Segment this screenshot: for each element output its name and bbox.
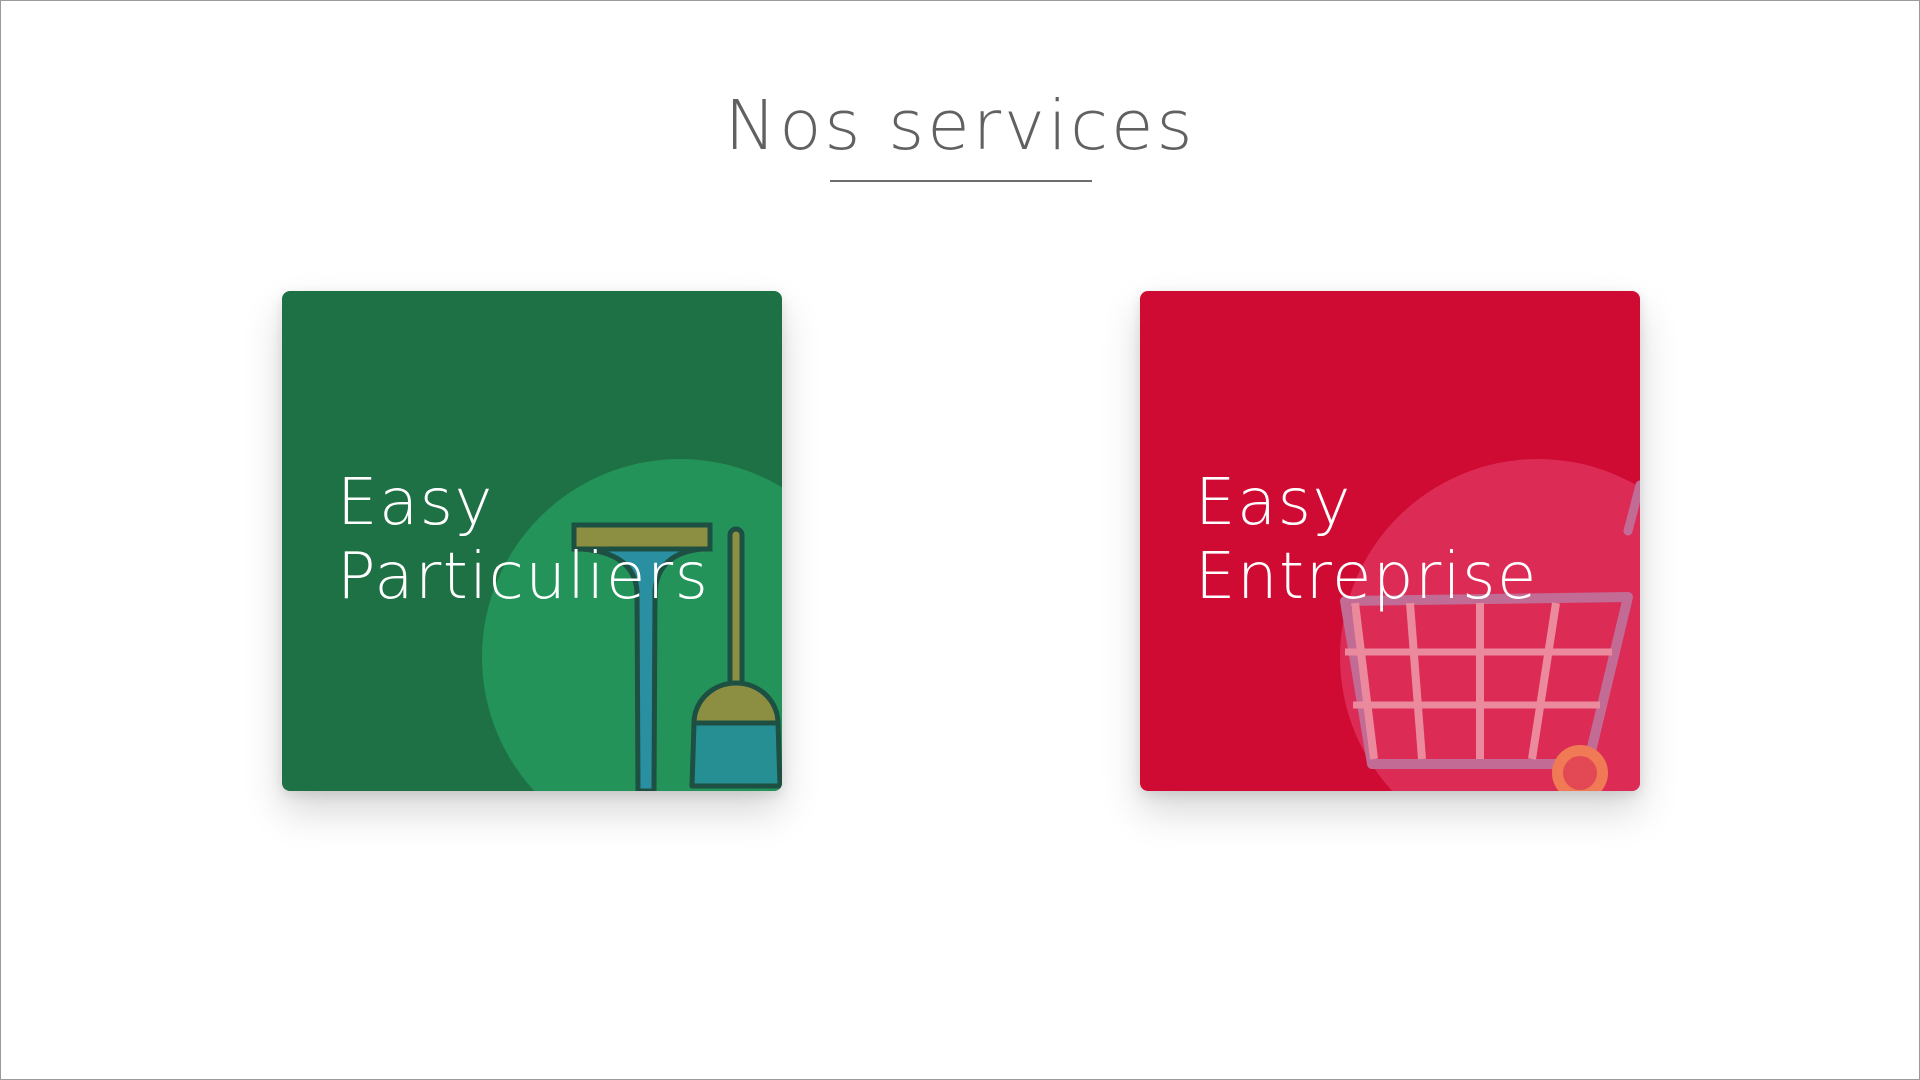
card-label-line1: Easy (337, 466, 494, 540)
service-card-particuliers[interactable]: Easy Particuliers (282, 291, 782, 791)
card-label-entreprise: Easy Entreprise (1195, 466, 1538, 614)
page: Nos services Easy Particuliers Easy Entr… (0, 0, 1920, 1080)
card-label-particuliers: Easy Particuliers (337, 466, 709, 614)
card-label-line2: Particuliers (337, 540, 710, 614)
card-label-line2: Entreprise (1195, 540, 1538, 614)
card-label-line1: Easy (1195, 466, 1352, 540)
title-underline (830, 180, 1092, 182)
page-title: Nos services (724, 86, 1196, 166)
service-card-entreprise[interactable]: Easy Entreprise (1140, 291, 1640, 791)
